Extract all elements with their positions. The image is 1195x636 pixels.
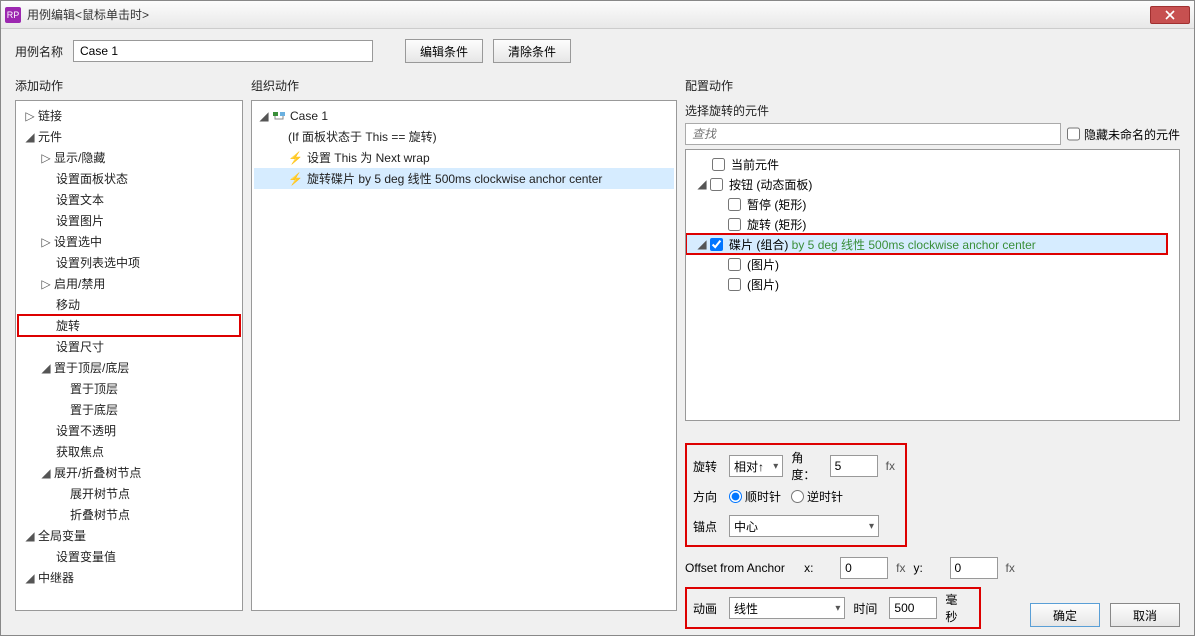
dialog-footer: 确定 取消 xyxy=(1030,603,1180,627)
animation-label: 动画 xyxy=(693,600,721,617)
configure-panel: 配置动作 选择旋转的元件 隐藏未命名的元件 当前元件 ◢按钮 (动态面板) 暂停… xyxy=(685,73,1180,611)
close-icon xyxy=(1165,10,1175,20)
organize-panel: 组织动作 ◢ Case 1 (If 面板状态于 This == 旋转) ⚡ 设置… xyxy=(251,73,677,611)
tree-set-list-sel[interactable]: 设置列表选中项 xyxy=(18,252,240,273)
tree-enable[interactable]: ▷启用/禁用 xyxy=(18,273,240,294)
direction-ccw[interactable]: 逆时针 xyxy=(791,488,843,505)
anchor-label: 锚点 xyxy=(693,518,721,535)
clear-condition-button[interactable]: 清除条件 xyxy=(493,39,571,63)
rotation-params-group: 旋转 相对↑ 角度： fx 方向 顺时针 逆时针 xyxy=(685,443,907,547)
ok-button[interactable]: 确定 xyxy=(1030,603,1100,627)
tree-widget[interactable]: ◢元件 xyxy=(18,126,240,147)
edit-condition-button[interactable]: 编辑条件 xyxy=(405,39,483,63)
tree-set-sel[interactable]: ▷设置选中 xyxy=(18,231,240,252)
widget-search-input[interactable] xyxy=(685,123,1061,145)
offset-x-fx[interactable]: fx xyxy=(896,561,905,575)
tree-set-text[interactable]: 设置文本 xyxy=(18,189,240,210)
rotate-label: 旋转 xyxy=(693,458,721,475)
wt-button-panel[interactable]: ◢按钮 (动态面板) xyxy=(688,174,1177,194)
close-button[interactable] xyxy=(1150,6,1190,24)
rotate-mode-select[interactable]: 相对↑ xyxy=(729,455,783,477)
organize-header: 组织动作 xyxy=(251,73,677,100)
tree-move[interactable]: 移动 xyxy=(18,294,240,315)
offset-label: Offset from Anchor xyxy=(685,561,785,575)
wt-disc[interactable]: ◢碟片 (组合) by 5 deg 线性 500ms clockwise anc… xyxy=(686,234,1167,254)
case-name-input[interactable] xyxy=(73,40,373,62)
time-label: 时间 xyxy=(853,600,881,617)
offset-y-input[interactable] xyxy=(950,557,998,579)
tree-show-hide[interactable]: ▷显示/隐藏 xyxy=(18,147,240,168)
angle-label: 角度： xyxy=(791,449,821,483)
case-name-label: 用例名称 xyxy=(15,43,63,60)
tree-opacity[interactable]: 设置不透明 xyxy=(18,420,240,441)
add-action-header: 添加动作 xyxy=(15,73,243,100)
animation-params-group: 动画 线性 时间 毫秒 xyxy=(685,587,981,629)
wt-pause[interactable]: 暂停 (矩形) xyxy=(688,194,1177,214)
tree-bring-back[interactable]: 置于底层 xyxy=(18,399,240,420)
hide-unnamed-checkbox[interactable]: 隐藏未命名的元件 xyxy=(1067,123,1180,145)
tree-expand[interactable]: ◢展开/折叠树节点 xyxy=(18,462,240,483)
tree-bring-front[interactable]: 置于顶层 xyxy=(18,378,240,399)
add-action-panel: 添加动作 ▷链接 ◢元件 ▷显示/隐藏 设置面板状态 设置文本 设置图片 ▷设置… xyxy=(15,73,243,611)
time-input[interactable] xyxy=(889,597,937,619)
main-columns: 添加动作 ▷链接 ◢元件 ▷显示/隐藏 设置面板状态 设置文本 设置图片 ▷设置… xyxy=(1,73,1194,621)
window-title: 用例编辑<鼠标单击时> xyxy=(27,6,1150,23)
offset-x-label: x: xyxy=(804,561,832,575)
action-tree[interactable]: ▷链接 ◢元件 ▷显示/隐藏 设置面板状态 设置文本 设置图片 ▷设置选中 设置… xyxy=(15,100,243,611)
direction-label: 方向 xyxy=(693,488,721,505)
action-rotate[interactable]: ⚡ 旋转碟片 by 5 deg 线性 500ms clockwise ancho… xyxy=(254,168,674,189)
lightning-icon: ⚡ xyxy=(288,172,303,186)
direction-cw[interactable]: 顺时针 xyxy=(729,488,781,505)
lightning-icon: ⚡ xyxy=(288,151,303,165)
tree-set-panel[interactable]: 设置面板状态 xyxy=(18,168,240,189)
case-icon xyxy=(272,109,286,123)
angle-fx[interactable]: fx xyxy=(886,459,895,473)
widget-tree[interactable]: 当前元件 ◢按钮 (动态面板) 暂停 (矩形) 旋转 (矩形) ◢碟片 (组合)… xyxy=(685,149,1180,421)
app-icon: RP xyxy=(5,7,21,23)
select-widget-label: 选择旋转的元件 xyxy=(685,102,1180,119)
cancel-button[interactable]: 取消 xyxy=(1110,603,1180,627)
tree-global[interactable]: ◢全局变量 xyxy=(18,525,240,546)
tree-collapse-node[interactable]: 折叠树节点 xyxy=(18,504,240,525)
tree-set-size[interactable]: 设置尺寸 xyxy=(18,336,240,357)
tree-set-image[interactable]: 设置图片 xyxy=(18,210,240,231)
wt-rotate-rect[interactable]: 旋转 (矩形) xyxy=(688,214,1177,234)
angle-input[interactable] xyxy=(830,455,878,477)
tree-set-var[interactable]: 设置变量值 xyxy=(18,546,240,567)
tree-link[interactable]: ▷链接 xyxy=(18,105,240,126)
tree-bring[interactable]: ◢置于顶层/底层 xyxy=(18,357,240,378)
tree-focus[interactable]: 获取焦点 xyxy=(18,441,240,462)
wt-current[interactable]: 当前元件 xyxy=(688,154,1177,174)
action-set-panel[interactable]: ⚡ 设置 This 为 Next wrap xyxy=(254,147,674,168)
wt-img2[interactable]: (图片) xyxy=(688,274,1177,294)
case-tree[interactable]: ◢ Case 1 (If 面板状态于 This == 旋转) ⚡ 设置 This… xyxy=(251,100,677,611)
case-name-row: 用例名称 编辑条件 清除条件 xyxy=(1,29,1194,73)
tree-rotate[interactable]: 旋转 xyxy=(18,315,240,336)
configure-header: 配置动作 xyxy=(685,73,1180,100)
rotation-config: 旋转 相对↑ 角度： fx 方向 顺时针 逆时针 xyxy=(685,443,1180,629)
dialog-window: RP 用例编辑<鼠标单击时> 用例名称 编辑条件 清除条件 添加动作 ▷链接 ◢… xyxy=(0,0,1195,636)
case-node[interactable]: ◢ Case 1 xyxy=(254,105,674,126)
offset-y-label: y: xyxy=(914,561,942,575)
animation-select[interactable]: 线性 xyxy=(729,597,845,619)
anchor-select[interactable]: 中心 xyxy=(729,515,879,537)
titlebar: RP 用例编辑<鼠标单击时> xyxy=(1,1,1194,29)
offset-x-input[interactable] xyxy=(840,557,888,579)
offset-y-fx[interactable]: fx xyxy=(1006,561,1015,575)
wt-img1[interactable]: (图片) xyxy=(688,254,1177,274)
tree-expand-node[interactable]: 展开树节点 xyxy=(18,483,240,504)
case-condition[interactable]: (If 面板状态于 This == 旋转) xyxy=(254,126,674,147)
tree-repeater[interactable]: ◢中继器 xyxy=(18,567,240,588)
time-unit: 毫秒 xyxy=(945,591,969,625)
